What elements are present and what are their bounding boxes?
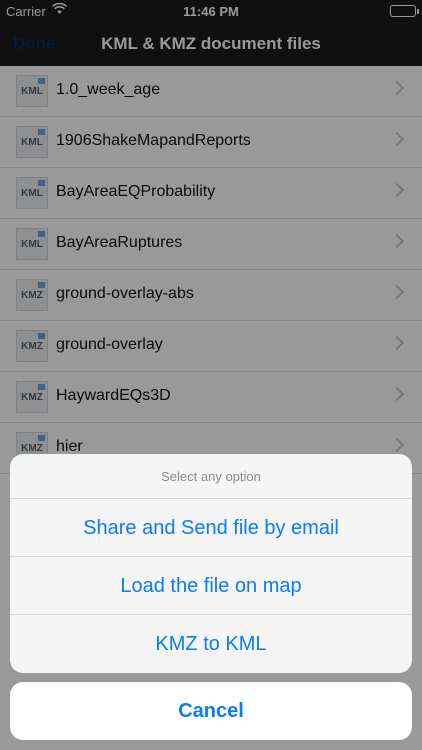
load-on-map-button[interactable]: Load the file on map	[10, 557, 412, 615]
action-sheet-title: Select any option	[10, 454, 412, 499]
share-email-button[interactable]: Share and Send file by email	[10, 499, 412, 557]
kmz-to-kml-button[interactable]: KMZ to KML	[10, 615, 412, 673]
cancel-button[interactable]: Cancel	[10, 682, 412, 740]
action-sheet: Select any option Share and Send file by…	[10, 454, 412, 673]
